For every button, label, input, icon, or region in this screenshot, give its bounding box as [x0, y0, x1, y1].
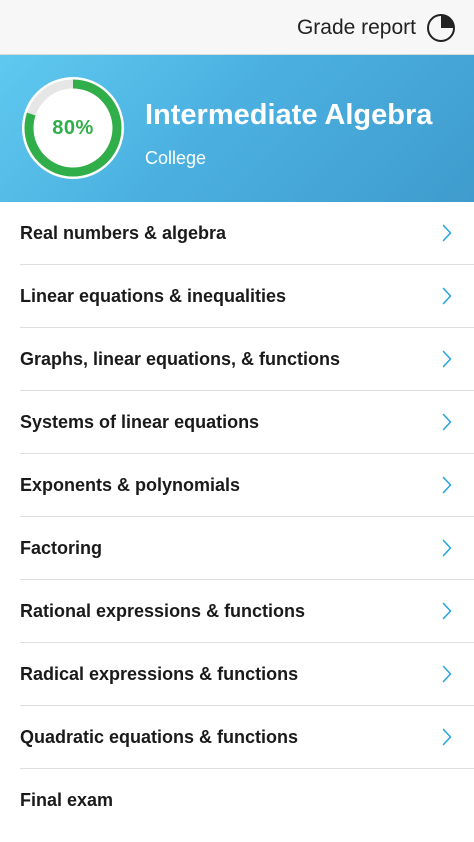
chevron-right-icon: [442, 665, 452, 683]
chevron-right-icon: [442, 413, 452, 431]
top-bar: Grade report: [0, 0, 474, 55]
chapter-row[interactable]: Linear equations & inequalities: [20, 265, 474, 328]
chapter-row[interactable]: Factoring: [20, 517, 474, 580]
chapter-label: Rational expressions & functions: [20, 600, 306, 621]
chevron-right-icon: [442, 539, 452, 557]
pie-chart-icon: [427, 14, 455, 42]
progress-percent: 80%: [52, 116, 94, 139]
chapter-row[interactable]: Rational expressions & functions: [20, 580, 474, 643]
chapter-row[interactable]: Final exam: [20, 769, 474, 832]
chapter-label: Radical expressions & functions: [20, 663, 299, 684]
chevron-right-icon: [442, 728, 452, 746]
chapter-label: Final exam: [20, 790, 114, 810]
chapter-row[interactable]: Exponents & polynomials: [20, 454, 474, 517]
chevron-right-icon: [442, 476, 452, 494]
course-header: 80% Intermediate Algebra College: [0, 55, 474, 202]
chapter-row[interactable]: Real numbers & algebra: [20, 202, 474, 265]
grade-report-label: Grade report: [296, 16, 416, 39]
chapter-label: Real numbers & algebra: [20, 222, 227, 243]
chapter-label: Linear equations & inequalities: [20, 285, 287, 306]
chapter-row[interactable]: Quadratic equations & functions: [20, 706, 474, 769]
course-level: College: [145, 148, 207, 168]
chapter-row[interactable]: Graphs, linear equations, & functions: [20, 328, 474, 391]
chapter-row[interactable]: Radical expressions & functions: [20, 643, 474, 706]
chapter-label: Graphs, linear equations, & functions: [20, 348, 341, 369]
chevron-right-icon: [442, 602, 452, 620]
chevron-right-icon: [442, 287, 452, 305]
grade-report-button[interactable]: Grade report: [297, 12, 456, 44]
chapter-list: Real numbers & algebra Linear equations &…: [0, 202, 474, 832]
chapter-row[interactable]: Systems of linear equations: [20, 391, 474, 454]
chevron-right-icon: [442, 224, 452, 242]
course-title: Intermediate Algebra: [145, 99, 433, 131]
chapter-label: Exponents & polynomials: [20, 474, 241, 495]
chevron-right-icon: [442, 350, 452, 368]
chapter-label: Factoring: [20, 537, 103, 558]
chapter-label: Quadratic equations & functions: [20, 726, 299, 747]
progress-ring: 80%: [22, 77, 124, 179]
chapter-label: Systems of linear equations: [20, 411, 260, 432]
